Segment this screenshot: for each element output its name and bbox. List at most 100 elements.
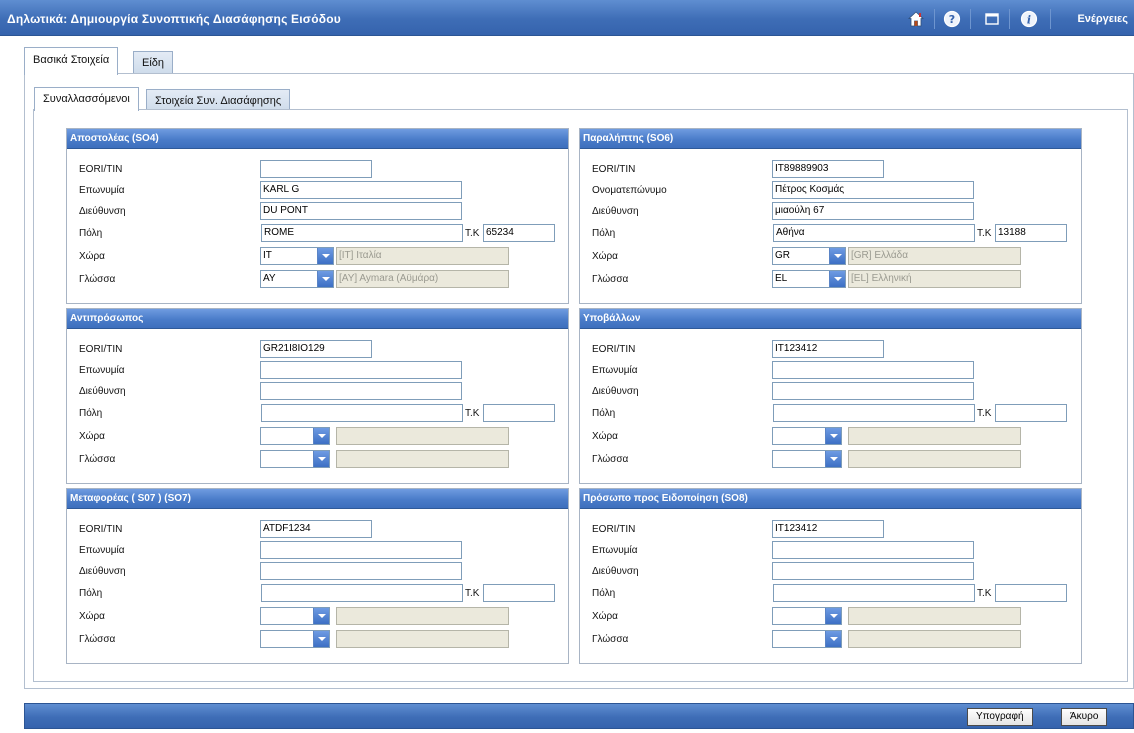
submitter-language-name	[848, 450, 1021, 468]
carrier-section: Μεταφορέας ( S07 ) (SO7) EORI/TIN ATDF12…	[66, 488, 569, 664]
sender-language-name: [AY] Aymara (Αϋμάρα)	[336, 270, 509, 288]
carrier-country-select[interactable]	[260, 607, 330, 625]
chevron-down-icon[interactable]	[825, 631, 841, 647]
carrier-postcode-input[interactable]	[483, 584, 555, 602]
representative-language-name	[336, 450, 509, 468]
tab-parties[interactable]: Συναλλασσόμενοι	[34, 87, 139, 111]
notify-eori-input[interactable]: IT123412	[772, 520, 884, 538]
receiver-language-select[interactable]: EL	[772, 270, 846, 288]
sender-address-input[interactable]: DU PONT	[260, 202, 462, 220]
notify-name-input[interactable]	[772, 541, 974, 559]
toolbar-separator	[1050, 9, 1051, 29]
toolbar-separator	[934, 9, 935, 29]
language-label: Γλώσσα	[79, 274, 116, 285]
country-label: Χώρα	[79, 251, 105, 262]
carrier-eori-input[interactable]: ATDF1234	[260, 520, 372, 538]
notify-postcode-input[interactable]	[995, 584, 1067, 602]
toolbar-separator	[970, 9, 971, 29]
submitter-eori-input[interactable]: IT123412	[772, 340, 884, 358]
tab-basic-info[interactable]: Βασικά Στοιχεία	[24, 47, 119, 75]
country-label: Χώρα	[592, 431, 618, 442]
fullname-label: Ονοματεπώνυμο	[592, 185, 667, 196]
sender-language-select[interactable]: AY	[260, 270, 334, 288]
submitter-language-select[interactable]	[772, 450, 842, 468]
notify-address-input[interactable]	[772, 562, 974, 580]
notify-country-select[interactable]	[772, 607, 842, 625]
address-label: Διεύθυνση	[592, 206, 639, 217]
postcode-label: Τ.Κ	[977, 408, 992, 419]
representative-country-name	[336, 427, 509, 445]
tab-declaration-details[interactable]: Στοιχεία Συν. Διασάφησης	[146, 89, 291, 111]
submitter-address-input[interactable]	[772, 382, 974, 400]
section-title: Παραλήπτης (SO6)	[580, 129, 1081, 149]
receiver-country-name: [GR] Ελλάδα	[848, 247, 1021, 265]
submitter-country-select[interactable]	[772, 427, 842, 445]
info-icon[interactable]: i	[1020, 10, 1038, 28]
chevron-down-icon[interactable]	[313, 631, 329, 647]
submitter-postcode-input[interactable]	[995, 404, 1067, 422]
representative-language-select[interactable]	[260, 450, 330, 468]
sender-city-input[interactable]: ROME	[261, 224, 463, 242]
carrier-language-select[interactable]	[260, 630, 330, 648]
chevron-down-icon[interactable]	[829, 248, 845, 264]
receiver-name-input[interactable]: Πέτρος Κοσμάς	[772, 181, 974, 199]
receiver-country-select[interactable]: GR	[772, 247, 846, 265]
receiver-language-name: [EL] Ελληνική	[848, 270, 1021, 288]
representative-address-input[interactable]	[260, 382, 462, 400]
address-label: Διεύθυνση	[79, 566, 126, 577]
section-title: Υποβάλλων	[580, 309, 1081, 329]
carrier-address-input[interactable]	[260, 562, 462, 580]
representative-city-input[interactable]	[261, 404, 463, 422]
address-label: Διεύθυνση	[79, 386, 126, 397]
tab-items[interactable]: Είδη	[133, 51, 174, 73]
chevron-down-icon[interactable]	[825, 428, 841, 444]
representative-eori-input[interactable]: GR21I8IO129	[260, 340, 372, 358]
receiver-eori-input[interactable]: IT89889903	[772, 160, 884, 178]
city-label: Πόλη	[79, 228, 103, 239]
carrier-country-name	[336, 607, 509, 625]
submitter-name-input[interactable]	[772, 361, 974, 379]
carrier-name-input[interactable]	[260, 541, 462, 559]
postcode-label: Τ.Κ	[977, 228, 992, 239]
name-label: Επωνυμία	[79, 365, 125, 376]
sender-eori-input[interactable]	[260, 160, 372, 178]
postcode-label: Τ.Κ	[465, 228, 480, 239]
window-icon[interactable]	[983, 10, 1001, 28]
help-icon[interactable]: ?	[943, 10, 961, 28]
receiver-address-input[interactable]: μιαούλη 67	[772, 202, 974, 220]
home-icon[interactable]	[907, 10, 925, 28]
sender-postcode-input[interactable]: 65234	[483, 224, 555, 242]
chevron-down-icon[interactable]	[825, 608, 841, 624]
chevron-down-icon[interactable]	[829, 271, 845, 287]
representative-country-select[interactable]	[260, 427, 330, 445]
sender-country-select[interactable]: IT	[260, 247, 334, 265]
chevron-down-icon[interactable]	[313, 451, 329, 467]
notify-language-name	[848, 630, 1021, 648]
submitter-city-input[interactable]	[773, 404, 975, 422]
eori-label: EORI/TIN	[79, 344, 123, 355]
chevron-down-icon[interactable]	[317, 271, 333, 287]
postcode-label: Τ.Κ	[977, 588, 992, 599]
chevron-down-icon[interactable]	[313, 428, 329, 444]
receiver-postcode-input[interactable]: 13188	[995, 224, 1067, 242]
representative-section: Αντιπρόσωπος EORI/TIN GR21I8IO129 Επωνυμ…	[66, 308, 569, 484]
country-label: Χώρα	[592, 611, 618, 622]
representative-name-input[interactable]	[260, 361, 462, 379]
actions-menu[interactable]: Ενέργειες	[1077, 13, 1128, 25]
carrier-city-input[interactable]	[261, 584, 463, 602]
representative-postcode-input[interactable]	[483, 404, 555, 422]
sender-name-input[interactable]: KARL G	[260, 181, 462, 199]
address-label: Διεύθυνση	[79, 206, 126, 217]
language-label: Γλώσσα	[79, 454, 116, 465]
chevron-down-icon[interactable]	[825, 451, 841, 467]
chevron-down-icon[interactable]	[313, 608, 329, 624]
section-title: Αποστολέας (SO4)	[67, 129, 568, 149]
receiver-city-input[interactable]: Αθήνα	[773, 224, 975, 242]
notify-country-name	[848, 607, 1021, 625]
notify-city-input[interactable]	[773, 584, 975, 602]
chevron-down-icon[interactable]	[317, 248, 333, 264]
notify-language-select[interactable]	[772, 630, 842, 648]
sign-button[interactable]: Υπογραφή	[967, 708, 1033, 726]
cancel-button[interactable]: Άκυρο	[1061, 708, 1108, 726]
language-label: Γλώσσα	[592, 454, 629, 465]
